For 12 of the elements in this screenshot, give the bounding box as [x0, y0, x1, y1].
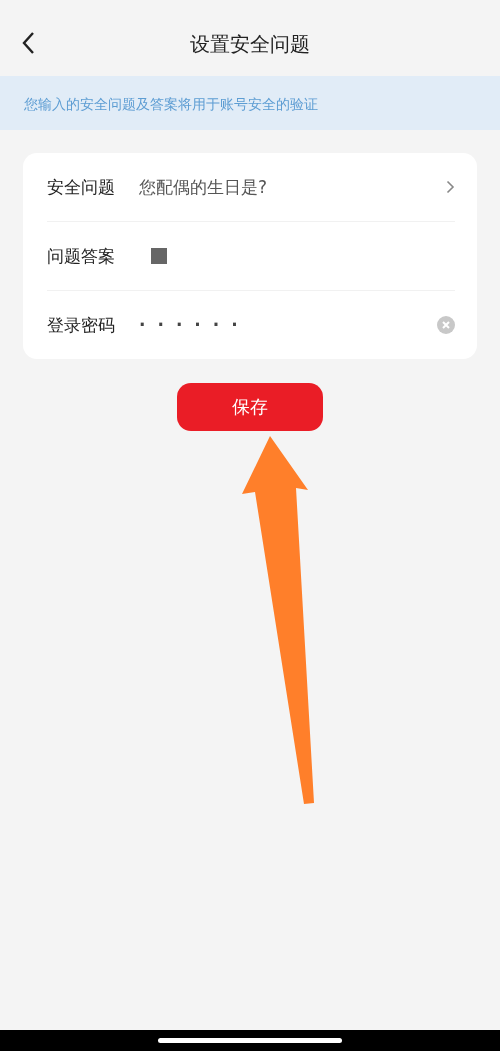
notice-text: 您输入的安全问题及答案将用于账号安全的验证 [24, 96, 318, 112]
field-label: 安全问题 [47, 175, 116, 199]
chevron-right-icon [446, 180, 455, 194]
question-select[interactable]: 您配偶的生日是? [139, 175, 446, 199]
clear-icon [437, 316, 455, 334]
password-field[interactable]: ······ [139, 315, 250, 335]
field-label: 问题答案 [47, 244, 116, 268]
page-title: 设置安全问题 [190, 30, 310, 58]
redaction-mark [151, 248, 167, 264]
back-icon [21, 30, 35, 55]
field-label: 登录密码 [47, 313, 116, 337]
save-button[interactable]: 保存 [177, 383, 323, 431]
